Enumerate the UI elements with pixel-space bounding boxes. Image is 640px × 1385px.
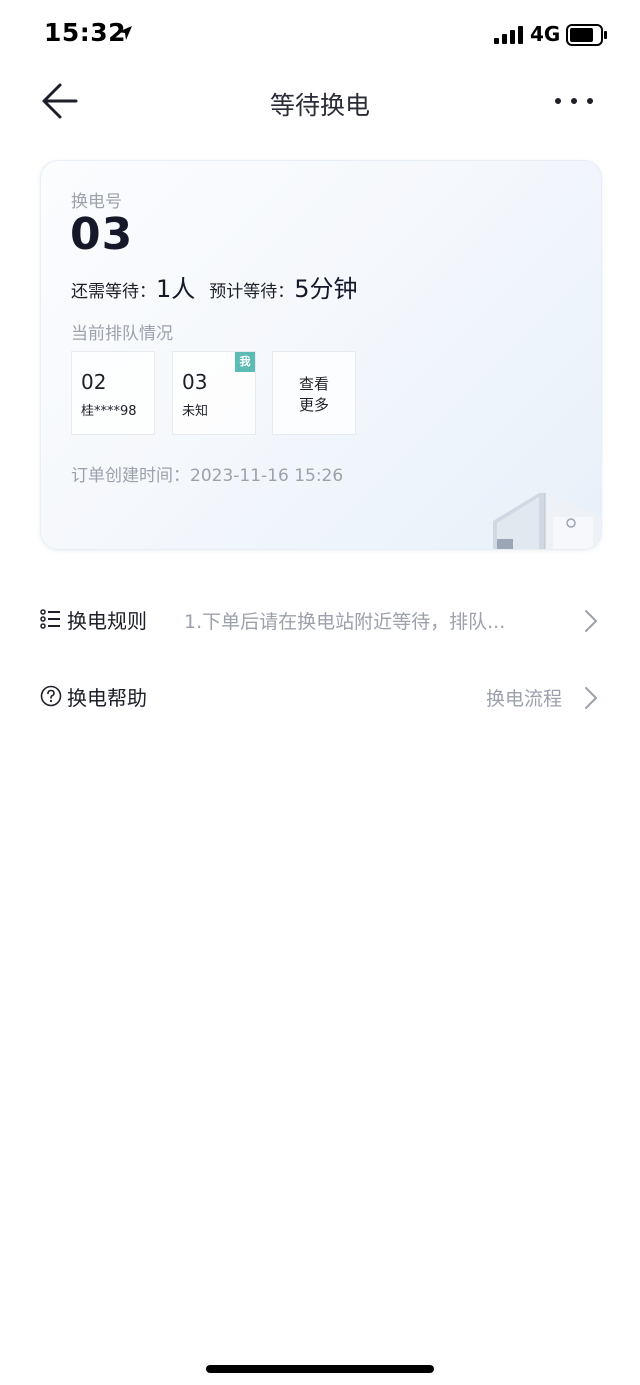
battery-icon — [566, 24, 607, 46]
wait-info-row: 还需等待：1人 预计等待：5分钟 — [71, 269, 591, 305]
queue-item-name: 未知 — [182, 404, 209, 419]
swap-status-card: 换电号 03 还需等待：1人 预计等待：5分钟 当前排队情况 02 桂****98… — [40, 160, 602, 550]
wait-people-label: 还需等待： — [71, 282, 156, 302]
order-time-value: 2023-11-16 15:26 — [190, 466, 344, 486]
swap-help-title: 换电帮助 — [67, 686, 147, 710]
wait-people-value: 1人 — [156, 275, 196, 303]
wait-time-label: 预计等待： — [209, 282, 295, 302]
chevron-right-icon — [585, 610, 597, 632]
queue-item-number: 02 — [81, 370, 107, 394]
view-more-button[interactable]: 查看 更多 — [272, 351, 356, 435]
status-time: 15:32 — [44, 18, 127, 47]
status-bar: 15:32 4G — [0, 0, 640, 70]
view-more-label: 查看 更多 — [298, 375, 329, 414]
order-created-time: 订单创建时间：2023-11-16 15:26 — [71, 461, 343, 486]
network-type: 4G — [530, 22, 561, 46]
swap-station-illustration — [493, 493, 601, 549]
wait-time-value: 5分钟 — [294, 275, 358, 303]
nav-bar: 等待换电 — [0, 70, 640, 134]
list-icon — [40, 609, 60, 629]
queue-item-me: 我 03 未知 — [172, 351, 256, 435]
swap-help-row[interactable]: 换电帮助 换电流程 — [40, 668, 600, 724]
swap-rules-summary: 1.下单后请在换电站附近等待，排队... — [184, 611, 506, 633]
chevron-right-icon — [585, 687, 597, 709]
order-time-label: 订单创建时间： — [71, 466, 190, 486]
more-button[interactable] — [552, 86, 596, 116]
swap-rules-title: 换电规则 — [67, 609, 147, 633]
page-title: 等待换电 — [269, 91, 370, 120]
cellular-signal-icon — [494, 26, 523, 44]
swap-rules-row[interactable]: 换电规则 1.下单后请在换电站附近等待，排队... — [40, 591, 600, 647]
swap-process-link[interactable]: 换电流程 — [486, 684, 562, 711]
queue-item: 02 桂****98 — [71, 351, 155, 435]
queue-item-name: 桂****98 — [81, 404, 137, 419]
home-indicator[interactable] — [206, 1365, 434, 1373]
queue-item-number: 03 — [182, 370, 208, 394]
more-dots-icon — [555, 98, 593, 104]
swap-number: 03 — [70, 209, 134, 260]
me-badge: 我 — [235, 352, 255, 372]
location-arrow-icon — [118, 26, 132, 40]
help-circle-icon — [40, 685, 62, 707]
queue-status-label: 当前排队情况 — [71, 324, 173, 344]
